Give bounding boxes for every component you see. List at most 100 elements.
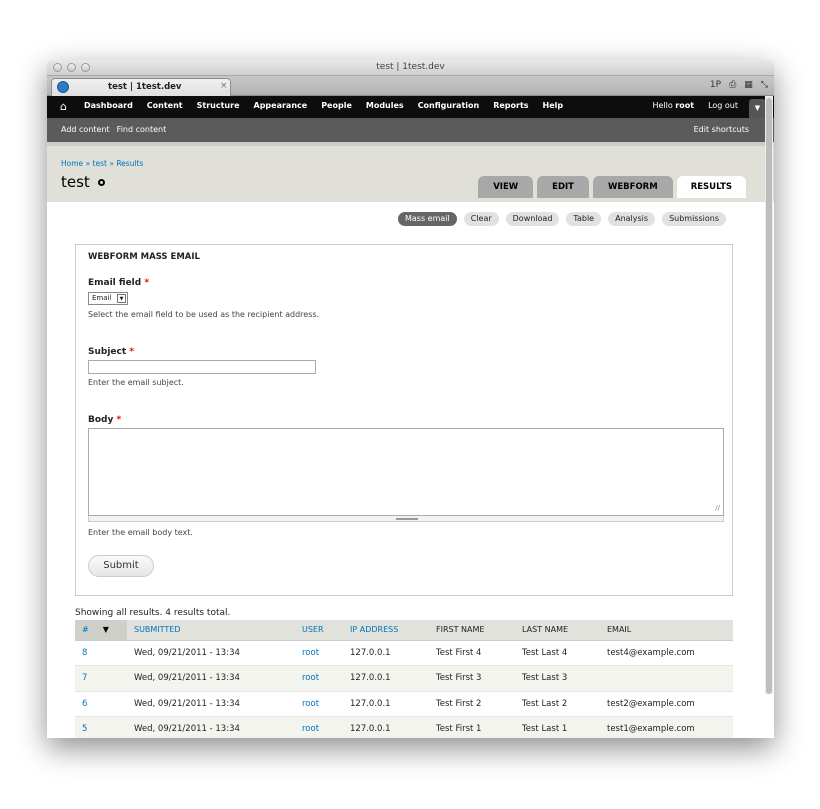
column-header-last-name: LAST NAME bbox=[515, 620, 600, 641]
close-tab-icon[interactable]: × bbox=[220, 81, 228, 91]
submission-number-link[interactable]: 5 bbox=[75, 716, 127, 738]
shortcuts-toggle-icon[interactable]: ▼ bbox=[749, 99, 766, 118]
column-header-submitted[interactable]: SUBMITTED bbox=[127, 620, 295, 641]
last-name: Test Last 3 bbox=[515, 665, 600, 692]
column-header-first-name: FIRST NAME bbox=[429, 620, 515, 641]
window-title: test | 1test.dev bbox=[376, 62, 445, 72]
scrollbar-thumb[interactable] bbox=[766, 98, 772, 694]
subtab-mass-email[interactable]: Mass email bbox=[397, 212, 457, 226]
subtab-clear[interactable]: Clear bbox=[463, 212, 499, 226]
hello-text: Hello bbox=[652, 101, 673, 110]
body-description: Enter the email body text. bbox=[88, 528, 193, 537]
submission-number-link[interactable]: 8 bbox=[75, 640, 127, 666]
shortcut-find-content[interactable]: Find content bbox=[117, 125, 167, 134]
results-summary: Showing all results. 4 results total. bbox=[75, 608, 231, 618]
username[interactable]: root bbox=[675, 101, 694, 110]
last-name: Test Last 2 bbox=[515, 691, 600, 717]
fieldset-legend: WEBFORM MASS EMAIL bbox=[88, 252, 200, 262]
breadcrumb-test[interactable]: test bbox=[93, 159, 107, 168]
table-row: 7 Wed, 09/21/2011 - 13:34 root 127.0.0.1… bbox=[75, 665, 733, 692]
user-link[interactable]: root bbox=[295, 665, 343, 692]
email: test4@example.com bbox=[600, 640, 733, 666]
email-field-description: Select the email field to be used as the… bbox=[88, 310, 320, 319]
submitted-date: Wed, 09/21/2011 - 13:34 bbox=[127, 640, 295, 666]
print-icon[interactable]: ⎙ bbox=[729, 80, 736, 90]
column-header-ip-address[interactable]: IP ADDRESS bbox=[343, 620, 429, 641]
tab-edit[interactable]: EDIT bbox=[537, 176, 589, 198]
menu-item-dashboard[interactable]: Dashboard bbox=[84, 101, 133, 110]
menu-item-structure[interactable]: Structure bbox=[197, 101, 240, 110]
ip-address: 127.0.0.1 bbox=[343, 691, 429, 717]
column-header-user[interactable]: USER bbox=[295, 620, 343, 641]
subject-label-text: Subject bbox=[88, 347, 127, 357]
user-menu: Hello root Log out bbox=[652, 101, 738, 110]
submit-button[interactable]: Submit bbox=[88, 555, 154, 577]
subtab-table[interactable]: Table bbox=[566, 212, 602, 226]
edit-shortcuts-link[interactable]: Edit shortcuts bbox=[694, 125, 749, 134]
email-field-selected-value: Email bbox=[92, 294, 112, 302]
first-name: Test First 4 bbox=[429, 640, 515, 666]
menu-item-appearance[interactable]: Appearance bbox=[254, 101, 308, 110]
last-name: Test Last 4 bbox=[515, 640, 600, 666]
select-arrow-icon: ▼ bbox=[117, 294, 126, 303]
onepassword-icon[interactable]: 1P bbox=[710, 80, 721, 90]
first-name: Test First 1 bbox=[429, 716, 515, 738]
vertical-scrollbar[interactable] bbox=[765, 96, 773, 694]
submitted-date: Wed, 09/21/2011 - 13:34 bbox=[127, 691, 295, 717]
browser-tab[interactable]: test | 1test.dev × bbox=[51, 78, 231, 96]
first-name: Test First 2 bbox=[429, 691, 515, 717]
breadcrumb-home[interactable]: Home bbox=[61, 159, 83, 168]
email: test2@example.com bbox=[600, 691, 733, 717]
textarea-resize-handle[interactable] bbox=[88, 516, 724, 522]
last-name: Test Last 1 bbox=[515, 716, 600, 738]
menu-item-modules[interactable]: Modules bbox=[366, 101, 404, 110]
menu-item-help[interactable]: Help bbox=[543, 101, 564, 110]
admin-menu: Dashboard Content Structure Appearance P… bbox=[84, 101, 563, 110]
reader-icon[interactable]: ▦ bbox=[744, 80, 753, 90]
body-textarea[interactable]: // bbox=[88, 428, 724, 516]
breadcrumb-results[interactable]: Results bbox=[116, 159, 143, 168]
tab-view[interactable]: VIEW bbox=[478, 176, 534, 198]
submission-number-link[interactable]: 7 bbox=[75, 665, 127, 692]
browser-tab-bar: test | 1test.dev × 1P ⎙ ▦ ⤡ bbox=[47, 76, 774, 96]
menu-item-reports[interactable]: Reports bbox=[493, 101, 528, 110]
ip-address: 127.0.0.1 bbox=[343, 716, 429, 738]
subtab-download[interactable]: Download bbox=[505, 212, 560, 226]
mass-email-fieldset: WEBFORM MASS EMAIL Email field * Email ▼ … bbox=[75, 244, 733, 596]
sort-desc-icon: ▼ bbox=[102, 625, 109, 635]
table-row: 8 Wed, 09/21/2011 - 13:34 root 127.0.0.1… bbox=[75, 640, 733, 666]
menu-item-people[interactable]: People bbox=[321, 101, 352, 110]
shortcut-star-icon[interactable] bbox=[97, 179, 105, 186]
first-name: Test First 3 bbox=[429, 665, 515, 692]
breadcrumb-separator: » bbox=[109, 159, 114, 168]
secondary-tabs: Mass email Clear Download Table Analysis… bbox=[397, 212, 726, 226]
menu-item-configuration[interactable]: Configuration bbox=[418, 101, 480, 110]
menu-item-content[interactable]: Content bbox=[147, 101, 183, 110]
subject-input[interactable] bbox=[88, 360, 316, 374]
shortcut-add-content[interactable]: Add content bbox=[61, 125, 110, 134]
column-header-number[interactable]: # ▼ bbox=[75, 620, 127, 641]
user-link[interactable]: root bbox=[295, 691, 343, 717]
user-link[interactable]: root bbox=[295, 640, 343, 666]
page-title: test bbox=[61, 173, 105, 191]
table-header-row: # ▼ SUBMITTED USER IP ADDRESS FIRST NAME … bbox=[75, 620, 733, 641]
logout-link[interactable]: Log out bbox=[708, 101, 738, 110]
body-label-text: Body bbox=[88, 415, 114, 425]
page-header: Home » test » Results test VIEW EDIT WEB… bbox=[47, 142, 774, 202]
user-link[interactable]: root bbox=[295, 716, 343, 738]
subject-label: Subject * bbox=[88, 347, 134, 357]
home-icon[interactable]: ⌂ bbox=[60, 100, 67, 113]
subtab-submissions[interactable]: Submissions bbox=[662, 212, 726, 226]
required-marker: * bbox=[116, 415, 122, 425]
table-row: 6 Wed, 09/21/2011 - 13:34 root 127.0.0.1… bbox=[75, 691, 733, 717]
browser-tools: 1P ⎙ ▦ ⤡ bbox=[710, 80, 768, 90]
subtab-analysis[interactable]: Analysis bbox=[608, 212, 656, 226]
tab-webform[interactable]: WEBFORM bbox=[592, 176, 673, 198]
tab-results[interactable]: RESULTS bbox=[676, 176, 746, 198]
submitted-date: Wed, 09/21/2011 - 13:34 bbox=[127, 665, 295, 692]
textarea-resize-grip-icon[interactable]: // bbox=[715, 504, 720, 512]
fullscreen-icon[interactable]: ⤡ bbox=[761, 80, 768, 90]
submission-number-link[interactable]: 6 bbox=[75, 691, 127, 717]
email-field-select[interactable]: Email ▼ bbox=[88, 292, 128, 305]
column-number-label: # bbox=[82, 625, 89, 635]
